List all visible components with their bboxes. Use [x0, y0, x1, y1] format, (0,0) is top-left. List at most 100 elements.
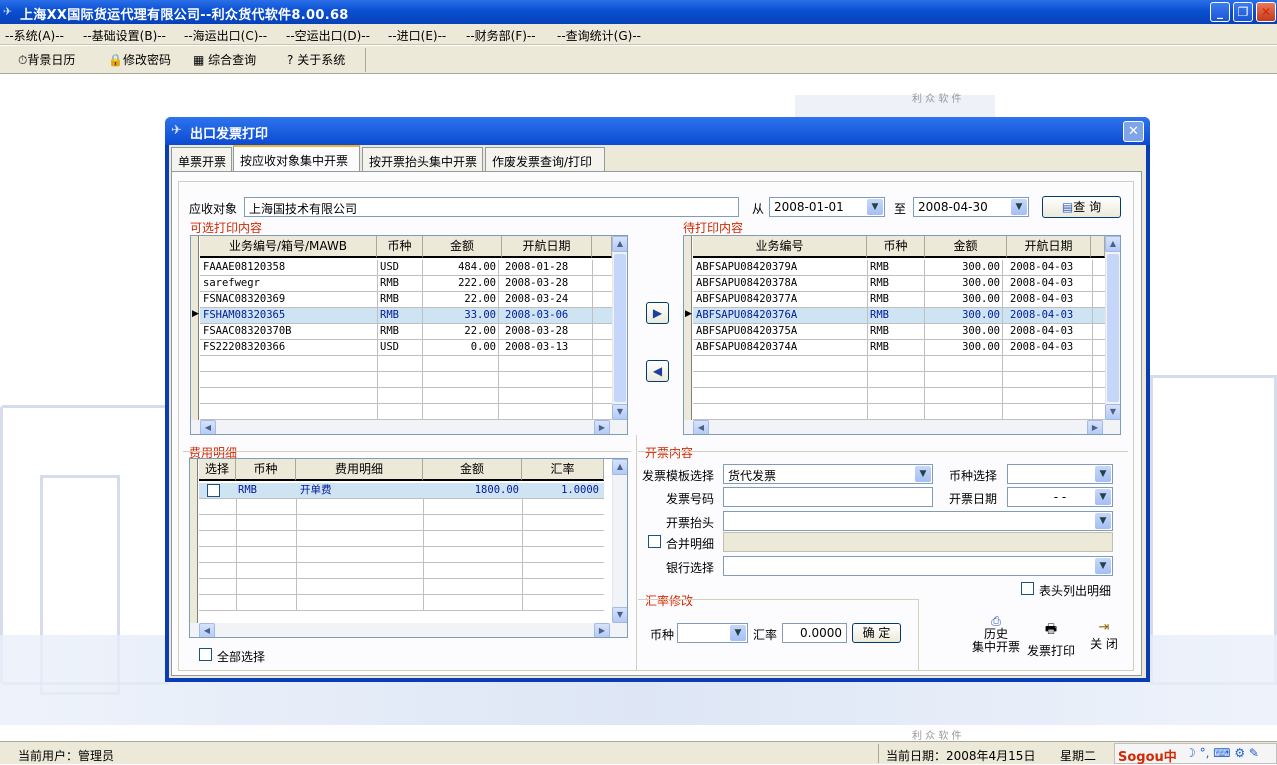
scroll-right-button[interactable]: ▶ [594, 420, 610, 434]
minimize-button[interactable]: _ [1210, 2, 1230, 22]
scroll-down-button[interactable]: ▼ [612, 607, 627, 623]
scroll-up-button[interactable]: ▲ [612, 236, 627, 252]
chevron-down-icon: ▼ [1011, 199, 1027, 215]
bank-select[interactable]: ▼ [723, 556, 1113, 576]
rate-currency-select[interactable]: ▼ [677, 623, 748, 643]
tab-by-header[interactable]: 按开票抬头集中开票 [362, 147, 483, 171]
invoice-print-dialog: ✈ 出口发票打印 ✕ 单票开票 按应收对象集中开票 按开票抬头集中开票 作废发票… [165, 117, 1150, 682]
table-row[interactable] [200, 356, 612, 372]
table-row[interactable] [199, 547, 604, 563]
table-row[interactable]: ABFSAPU08420375A RMB 300.00 2008-04-03 [693, 324, 1105, 340]
close-window-button[interactable]: ✕ [1256, 2, 1276, 22]
table-row[interactable] [693, 356, 1105, 372]
scroll-down-button[interactable]: ▼ [612, 404, 627, 420]
window-title: 上海XX国际货运代理有限公司--利众货代软件8.00.68 [20, 8, 349, 23]
close-dialog-button[interactable]: ⇥ 关 闭 [1084, 620, 1124, 652]
menu-finance[interactable]: --财务部(F)-- [466, 27, 536, 44]
currency-select[interactable]: ▼ [1007, 464, 1113, 484]
fees-grid: 选择 币种 费用明细 金额 汇率 RMB 开单费 1800.00 1.0000 … [189, 458, 628, 638]
dialog-close-button[interactable]: ✕ [1123, 121, 1144, 142]
invoice-date-picker[interactable]: - - ▼ [1007, 487, 1113, 507]
table-row[interactable]: RMB 开单费 1800.00 1.0000 [199, 483, 604, 499]
table-row[interactable] [199, 531, 604, 547]
table-row[interactable]: FSAAC08320370B RMB 22.00 2008-03-28 [200, 324, 612, 340]
scroll-up-button[interactable]: ▲ [612, 459, 627, 475]
receivable-input[interactable]: 上海国技术有限公司 [244, 197, 739, 217]
select-all-label: 全部选择 [217, 650, 266, 664]
ime-toolbar[interactable]: Sogou中 ☽ °, ⌨ ⚙ ✎ [1114, 743, 1277, 765]
scroll-left-button[interactable]: ◀ [200, 420, 216, 434]
menu-import[interactable]: --进口(E)-- [388, 27, 446, 44]
scroll-left-button[interactable]: ◀ [199, 623, 215, 637]
table-row[interactable]: ABFSAPU08420376A RMB 300.00 2008-04-03 [693, 308, 1105, 324]
table-row[interactable] [199, 499, 604, 515]
print-invoice-button[interactable]: 🖶 发票打印 [1025, 620, 1077, 659]
confirm-rate-button[interactable]: 确 定 [852, 623, 901, 643]
menu-query-stats[interactable]: --查询统计(G)-- [557, 27, 641, 44]
table-row[interactable] [693, 388, 1105, 404]
col-header: 业务编号/箱号/MAWB [200, 236, 377, 258]
chevron-down-icon: ▼ [1095, 489, 1111, 505]
tab-single-invoice[interactable]: 单票开票 [171, 147, 232, 171]
tab-by-receivable[interactable]: 按应收对象集中开票 [233, 145, 360, 172]
from-date-picker[interactable]: 2008-01-01 ▼ [769, 197, 885, 217]
table-row[interactable] [199, 563, 604, 579]
table-row[interactable] [199, 579, 604, 595]
query-button[interactable]: ▤查 询 [1042, 196, 1121, 218]
history-batch-button[interactable]: ⎙ 历史 集中开票 [969, 615, 1023, 654]
scroll-up-button[interactable]: ▲ [1105, 236, 1120, 252]
menu-air-export[interactable]: --空运出口(D)-- [286, 27, 370, 44]
table-row[interactable]: ABFSAPU08420374A RMB 300.00 2008-04-03 [693, 340, 1105, 356]
watermark-top: 利 众 软 件 [912, 94, 962, 105]
calendar-button[interactable]: ⏱背景日历 [18, 51, 75, 68]
merge-detail-checkbox[interactable] [648, 535, 661, 548]
menu-sea-export[interactable]: --海运出口(C)-- [184, 27, 267, 44]
scroll-right-button[interactable]: ▶ [1087, 420, 1103, 434]
table-row[interactable] [693, 372, 1105, 388]
ime-icons[interactable]: ☽ °, ⌨ ⚙ ✎ [1185, 746, 1259, 760]
scroll-left-button[interactable]: ◀ [693, 420, 709, 434]
table-row[interactable] [199, 595, 604, 611]
tab-void-invoice[interactable]: 作废发票查询/打印 [485, 147, 605, 171]
exit-icon: ⇥ [1098, 620, 1110, 635]
scroll-thumb[interactable] [1107, 254, 1119, 402]
invoice-header-select[interactable]: ▼ [723, 511, 1113, 531]
rate-title: 汇率修改 [645, 594, 694, 608]
to-date-picker[interactable]: 2008-04-30 ▼ [913, 197, 1029, 217]
table-row[interactable]: FS22208320366 USD 0.00 2008-03-13 [200, 340, 612, 356]
table-row[interactable]: ABFSAPU08420377A RMB 300.00 2008-04-03 [693, 292, 1105, 308]
col-header: 开航日期 [1007, 236, 1091, 258]
table-row[interactable] [200, 404, 612, 420]
rate-input[interactable]: 0.0000 [782, 623, 847, 643]
about-button[interactable]: ? 关于系统 [287, 51, 345, 68]
general-query-button[interactable]: ▦ 综合查询 [193, 51, 256, 68]
ime-logo: Sogou中 [1118, 750, 1177, 765]
select-all-checkbox[interactable] [199, 648, 212, 661]
move-right-button[interactable]: ▶ [646, 302, 669, 324]
table-row[interactable] [200, 372, 612, 388]
invoice-no-input[interactable] [723, 487, 933, 507]
table-row[interactable] [199, 515, 604, 531]
table-row[interactable]: ABFSAPU08420379A RMB 300.00 2008-04-03 [693, 260, 1105, 276]
table-row[interactable]: sarefwegr RMB 222.00 2008-03-28 [200, 276, 612, 292]
table-row[interactable] [200, 388, 612, 404]
table-row[interactable]: FSHAM08320365 RMB 33.00 2008-03-06 [200, 308, 612, 324]
status-bar: 当前用户：管理员 当前日期：2008年4月15日 星期二 Sogou中 ☽ °,… [0, 741, 1277, 765]
table-row[interactable] [693, 404, 1105, 420]
template-select[interactable]: 货代发票 ▼ [723, 464, 933, 484]
arrow-left-icon: ◀ [652, 364, 663, 378]
col-header: 费用明细 [296, 459, 423, 481]
scroll-down-button[interactable]: ▼ [1105, 404, 1120, 420]
table-row[interactable]: ABFSAPU08420378A RMB 300.00 2008-04-03 [693, 276, 1105, 292]
scroll-right-button[interactable]: ▶ [594, 623, 610, 637]
move-left-button[interactable]: ◀ [646, 360, 669, 382]
fee-select-checkbox[interactable] [207, 484, 220, 497]
menu-basic-settings[interactable]: --基础设置(B)-- [83, 27, 166, 44]
change-password-button[interactable]: 🔒修改密码 [108, 51, 171, 68]
table-row[interactable]: FSNAC08320369 RMB 22.00 2008-03-24 [200, 292, 612, 308]
header-detail-checkbox[interactable] [1021, 582, 1034, 595]
menu-system[interactable]: --系统(A)-- [5, 27, 64, 44]
table-row[interactable]: FAAAE08120358 USD 484.00 2008-01-28 [200, 260, 612, 276]
restore-button[interactable]: ❐ [1233, 2, 1253, 22]
scroll-thumb[interactable] [614, 254, 626, 402]
